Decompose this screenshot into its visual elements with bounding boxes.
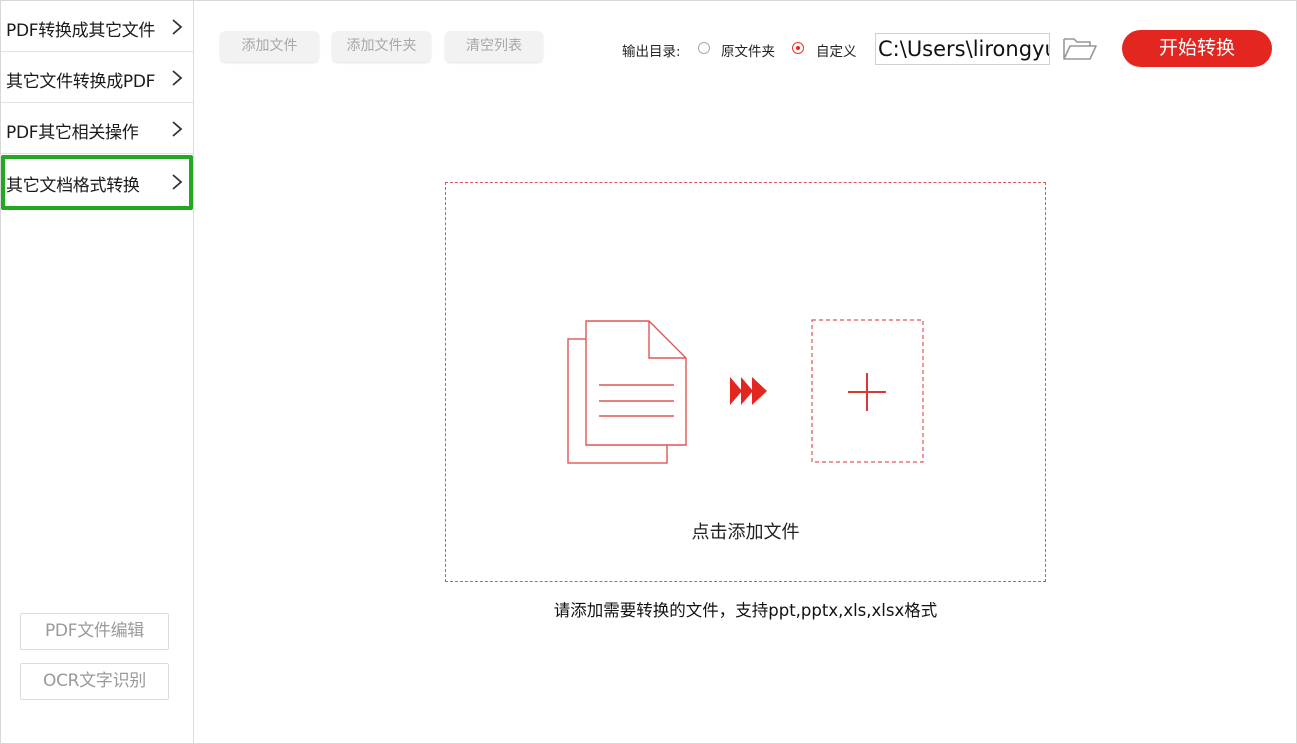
sidebar-item-label: PDF其它相关操作 <box>6 118 138 143</box>
sidebar-item-pdf-other-ops[interactable]: PDF其它相关操作 <box>1 103 193 154</box>
option-custom-label: 自定义 <box>816 40 857 60</box>
chevron-right-icon <box>171 174 183 190</box>
sidebar-item-pdf-to-other[interactable]: PDF转换成其它文件 <box>1 1 193 52</box>
chevron-right-icon <box>171 121 183 137</box>
sidebar-item-other-to-pdf[interactable]: 其它文件转换成PDF <box>1 52 193 103</box>
app-window: PDF转换成其它文件 其它文件转换成PDF PDF其它相关操作 其它文档格式转换… <box>0 0 1297 744</box>
radio-custom-folder[interactable] <box>792 42 804 54</box>
ocr-button[interactable]: OCR文字识别 <box>20 663 169 700</box>
radio-original-folder[interactable] <box>698 42 710 54</box>
clear-list-button[interactable]: 清空列表 <box>445 31 543 62</box>
sidebar-item-other-format-convert[interactable]: 其它文档格式转换 <box>1 155 193 210</box>
add-file-prompt: 点击添加文件 <box>446 518 1045 544</box>
sidebar-item-label: 其它文档格式转换 <box>6 171 140 196</box>
sidebar-item-label: 其它文件转换成PDF <box>6 67 155 92</box>
folder-icon[interactable] <box>1062 35 1098 63</box>
add-folder-button[interactable]: 添加文件夹 <box>332 31 431 62</box>
option-original-label: 原文件夹 <box>721 40 775 60</box>
chevron-right-icon <box>171 19 183 35</box>
sidebar-item-label: PDF转换成其它文件 <box>6 16 155 41</box>
pdf-edit-button[interactable]: PDF文件编辑 <box>20 613 169 650</box>
output-dir-label: 输出目录: <box>622 40 681 60</box>
file-drop-zone[interactable]: 点击添加文件 <box>445 182 1046 582</box>
start-convert-button[interactable]: 开始转换 <box>1122 30 1272 67</box>
output-path-input[interactable]: C:\Users\lirongyu <box>875 33 1050 65</box>
sidebar: PDF转换成其它文件 其它文件转换成PDF PDF其它相关操作 其它文档格式转换… <box>1 1 194 743</box>
supported-formats-hint: 请添加需要转换的文件，支持ppt,pptx,xls,xlsx格式 <box>445 597 1046 621</box>
add-file-button[interactable]: 添加文件 <box>220 31 319 62</box>
chevron-right-icon <box>171 70 183 86</box>
